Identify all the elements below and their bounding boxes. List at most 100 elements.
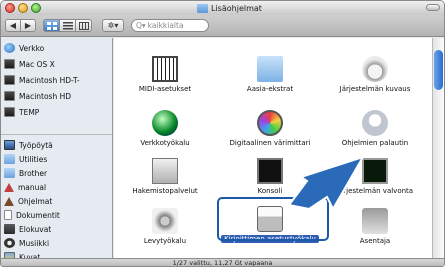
- window-title: Lisäohjelmat: [197, 2, 262, 14]
- sidebar-item-documents[interactable]: Dokumentit: [4, 209, 110, 221]
- directory-utility-icon: [152, 158, 178, 184]
- column-view-icon: [78, 21, 89, 30]
- list-view-button[interactable]: [59, 19, 76, 32]
- sidebar-item-utilities[interactable]: Utilities: [4, 153, 110, 165]
- folder-icon: [197, 3, 208, 13]
- title-bar[interactable]: Lisäohjelmat: [1, 1, 444, 15]
- sidebar: Verkko Mac OS X Macintosh HD-T- Macintos…: [1, 38, 113, 262]
- search-icon: Q▾: [136, 21, 146, 30]
- folder-icon: [257, 56, 283, 82]
- search-field[interactable]: Q▾ kaikkialta: [131, 19, 209, 32]
- zoom-window-button[interactable]: [31, 3, 41, 13]
- app-system-profiler[interactable]: Järjestelmän kuvaus: [332, 54, 418, 100]
- system-profiler-icon: [362, 56, 388, 82]
- app-label: Järjestelmän kuvaus: [339, 85, 411, 93]
- app-label: Asentaja: [359, 237, 391, 245]
- window-title-text: Lisäohjelmat: [211, 3, 262, 13]
- app-network-utility[interactable]: Verkkotyökalu: [122, 108, 208, 154]
- app-asian-extras[interactable]: Aasia-ekstrat: [227, 54, 313, 100]
- back-arrow-icon: ◀: [9, 21, 17, 30]
- status-bar: 1/27 valittu, 11,27 Gt vapaana: [1, 258, 444, 267]
- sidebar-item-manual[interactable]: manual: [4, 181, 110, 193]
- home-icon: [4, 182, 14, 192]
- piano-keys-icon: [152, 56, 178, 82]
- sidebar-item-label: Ohjelmat: [18, 196, 53, 206]
- sidebar-item-macintosh-hd[interactable]: Macintosh HD: [4, 90, 110, 102]
- film-icon: [4, 224, 15, 234]
- status-text: 1/27 valittu, 11,27 Gt vapaana: [172, 259, 273, 267]
- sidebar-item-movies[interactable]: Elokuvat: [4, 223, 110, 235]
- music-icon: [4, 238, 15, 248]
- sidebar-divider: [1, 134, 112, 135]
- folder-icon: [4, 168, 15, 178]
- action-menu-button[interactable]: ✲▾: [102, 19, 124, 32]
- back-button[interactable]: ◀: [5, 19, 21, 32]
- icon-view-icon: [46, 21, 57, 30]
- sidebar-item-network[interactable]: Verkko: [4, 42, 110, 54]
- minimize-window-button[interactable]: [18, 3, 28, 13]
- sidebar-item-label: Mac OS X: [19, 59, 55, 69]
- app-label: Hakemistopalvelut: [132, 187, 198, 195]
- sidebar-item-label: Brother: [19, 168, 48, 178]
- icon-view-button[interactable]: [43, 19, 60, 32]
- toolbar: ◀ ▶ ✲▾ Q▾ kaikkialta: [1, 15, 444, 37]
- app-disk-utility[interactable]: Levytyökalu: [122, 206, 208, 252]
- column-view-button[interactable]: [75, 19, 92, 32]
- sidebar-item-desktop[interactable]: Työpöytä: [4, 139, 110, 151]
- close-window-button[interactable]: [5, 3, 15, 13]
- color-meter-icon: [257, 110, 283, 136]
- app-label: Verkkotyökalu: [140, 139, 190, 147]
- installer-icon: [362, 208, 388, 234]
- network-utility-icon: [152, 110, 178, 136]
- sidebar-item-brother[interactable]: Brother: [4, 167, 110, 179]
- sidebar-item-applications[interactable]: Ohjelmat: [4, 195, 110, 207]
- vertical-scrollbar[interactable]: [432, 38, 444, 258]
- hard-drive-icon: [4, 91, 15, 101]
- sidebar-item-music[interactable]: Musiikki: [4, 237, 110, 249]
- sidebar-item-macintosh-hd-t[interactable]: Macintosh HD-T-: [4, 74, 110, 86]
- gear-icon: ✲▾: [107, 21, 119, 30]
- migration-assistant-icon: [362, 110, 388, 136]
- sidebar-item-label: Verkko: [19, 43, 45, 53]
- app-label: MIDI-asetukset: [138, 85, 192, 93]
- applications-icon: [4, 196, 14, 206]
- pointer-arrow-icon: [287, 155, 366, 209]
- app-directory-utility[interactable]: Hakemistopalvelut: [122, 156, 208, 202]
- sidebar-item-label: Musiikki: [19, 238, 50, 248]
- disk-utility-icon: [152, 208, 178, 234]
- hard-drive-icon: [4, 107, 15, 117]
- sidebar-item-label: Työpöytä: [19, 140, 53, 150]
- sidebar-item-temp[interactable]: TEMP: [4, 106, 110, 118]
- console-icon: [257, 158, 283, 184]
- sidebar-item-label: Utilities: [19, 154, 48, 164]
- forward-button[interactable]: ▶: [20, 19, 36, 32]
- app-label: Ohjelmien palautin: [341, 139, 409, 147]
- app-midi-setup[interactable]: MIDI-asetukset: [122, 54, 208, 100]
- app-label: Aasia-ekstrat: [246, 85, 294, 93]
- list-view-icon: [62, 21, 73, 29]
- app-migration-assistant[interactable]: Ohjelmien palautin: [332, 108, 418, 154]
- sidebar-item-label: Macintosh HD: [19, 91, 72, 101]
- app-label: Levytyökalu: [143, 237, 187, 245]
- sidebar-item-mac-os-x[interactable]: Mac OS X: [4, 58, 110, 70]
- app-installer[interactable]: Asentaja: [332, 206, 418, 252]
- sidebar-item-label: Macintosh HD-T-: [19, 75, 80, 85]
- search-placeholder: kaikkialta: [147, 21, 184, 30]
- sidebar-item-label: TEMP: [19, 107, 40, 117]
- globe-icon: [4, 43, 15, 53]
- forward-arrow-icon: ▶: [24, 21, 32, 30]
- hard-drive-icon: [4, 59, 15, 69]
- scrollbar-thumb[interactable]: [434, 50, 443, 90]
- folder-icon: [4, 154, 15, 164]
- sidebar-item-label: Elokuvat: [19, 224, 52, 234]
- sidebar-item-label: Dokumentit: [16, 210, 60, 220]
- desktop-icon: [4, 140, 15, 150]
- sidebar-item-label: manual: [18, 182, 47, 192]
- finder-window: Lisäohjelmat ◀ ▶ ✲▾ Q▾ kaikkialta Verkko…: [0, 0, 445, 267]
- document-icon: [4, 210, 12, 220]
- app-color-meter[interactable]: Digitaalinen värimittari: [227, 108, 313, 154]
- app-label: Konsoli: [257, 187, 283, 195]
- toolbar-toggle-button[interactable]: [426, 4, 440, 11]
- app-label: Digitaalinen värimittari: [229, 139, 311, 147]
- hard-drive-icon: [4, 75, 15, 85]
